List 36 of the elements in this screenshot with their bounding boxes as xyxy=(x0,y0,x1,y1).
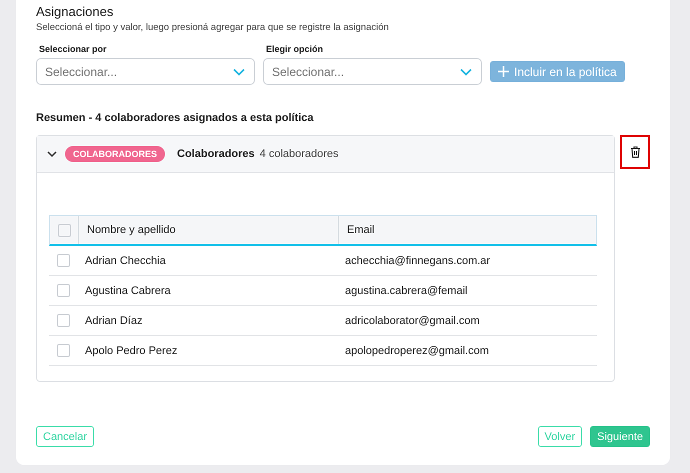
table-cell-text: Agustina Cabrera xyxy=(84,284,172,298)
checkbox[interactable] xyxy=(58,224,70,236)
cancel-button[interactable]: Cancelar xyxy=(36,426,94,447)
next-button[interactable]: Siguiente xyxy=(590,426,650,447)
category-badge: COLABORADORES xyxy=(65,146,166,162)
table-cell-text: adricolaborator@gmail.com xyxy=(344,314,481,328)
group-count: 4 colaboradores xyxy=(260,148,339,160)
section-subtitle: Seleccioná el tipo y valor, luego presioná agregar para que se registre la asignación xyxy=(36,22,390,33)
group-title: Colaboradores xyxy=(177,148,255,160)
table-cell-text: agustina.cabrera@femail xyxy=(344,284,468,298)
field-label: Seleccionar por xyxy=(38,44,108,54)
column-header: Nombre y apellido xyxy=(79,216,339,244)
trash-icon xyxy=(630,146,641,158)
field-label: Elegir opción xyxy=(265,44,324,54)
checkbox[interactable] xyxy=(56,344,70,357)
plus-icon xyxy=(498,66,509,77)
checkbox[interactable] xyxy=(56,314,70,327)
table-cell-text: Adrian Díaz xyxy=(84,314,144,328)
select-field[interactable]: Seleccionar... xyxy=(36,58,255,85)
select-field[interactable]: Seleccionar... xyxy=(263,58,482,85)
table-cell-text: apolopedroperez@gmail.com xyxy=(344,344,490,358)
back-button[interactable]: Volver xyxy=(538,426,582,447)
column-header: Email xyxy=(346,223,376,238)
table-cell-text: achecchia@finnegans.com.ar xyxy=(344,254,492,268)
chevron-down-icon xyxy=(233,68,245,76)
checkbox[interactable] xyxy=(56,254,70,267)
chevron-down-icon[interactable] xyxy=(47,150,57,158)
placeholder: Seleccionar... xyxy=(272,64,344,78)
placeholder: Seleccionar... xyxy=(45,64,118,78)
summary-heading: Resumen - 4 colaboradores asignados a esta política xyxy=(36,112,315,124)
table-cell-text: Adrian Checchia xyxy=(84,254,167,268)
section-title: Asignaciones xyxy=(36,4,114,19)
table-cell-text: Apolo Pedro Perez xyxy=(84,344,178,358)
checkbox[interactable] xyxy=(56,284,70,297)
delete-button[interactable] xyxy=(620,135,650,169)
chevron-down-icon xyxy=(460,68,472,76)
